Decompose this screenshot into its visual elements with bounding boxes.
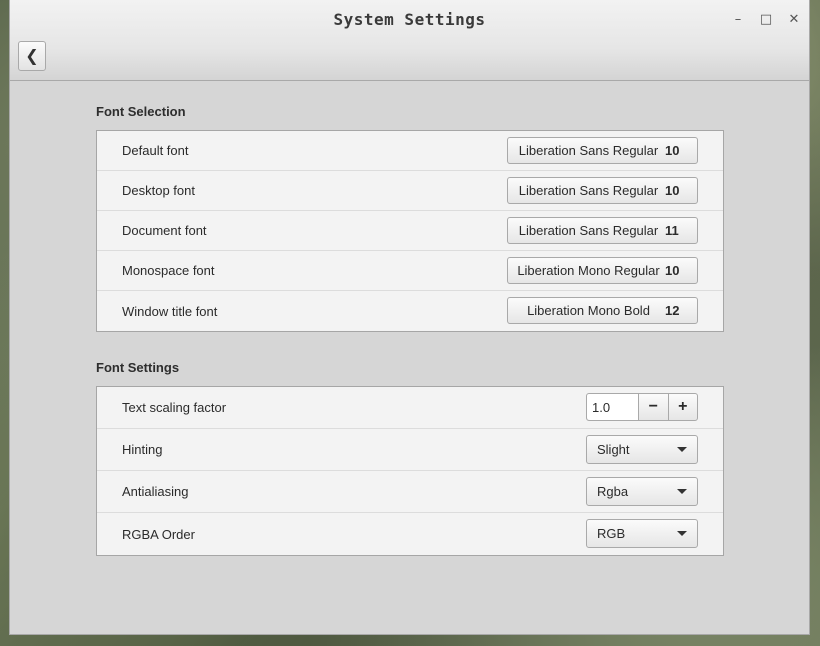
font-size: 10	[665, 263, 680, 278]
desktop-font-button[interactable]: Liberation Sans Regular 10	[507, 177, 698, 204]
font-settings-panel: Text scaling factor 1.0 − + Hinting Slig…	[96, 386, 724, 556]
antialiasing-row: Antialiasing Rgba	[97, 471, 723, 513]
settings-window: System Settings – □ ✕ ❮ Font Selection D…	[9, 0, 810, 635]
plus-icon[interactable]: +	[669, 394, 698, 420]
rgba-order-dropdown[interactable]: RGB	[586, 519, 698, 548]
scaling-row: Text scaling factor 1.0 − +	[97, 387, 723, 429]
antialiasing-dropdown[interactable]: Rgba	[586, 477, 698, 506]
window-title: System Settings	[333, 10, 486, 29]
font-size: 10	[665, 143, 680, 158]
row-label: Window title font	[122, 303, 218, 319]
font-selection-panel: Default font Liberation Sans Regular 10 …	[96, 130, 724, 332]
font-settings-title: Font Settings	[96, 360, 180, 375]
font-name: Liberation Sans Regular	[518, 143, 659, 158]
font-size: 11	[665, 223, 679, 238]
font-size: 10	[665, 183, 680, 198]
minus-icon[interactable]: −	[639, 394, 669, 420]
maximize-icon[interactable]: □	[758, 12, 774, 28]
hinting-row: Hinting Slight	[97, 429, 723, 471]
window-title-font-button[interactable]: Liberation Mono Bold 12	[507, 297, 698, 324]
font-selection-title: Font Selection	[96, 104, 186, 119]
font-row-default: Default font Liberation Sans Regular 10	[97, 131, 723, 171]
row-label: Document font	[122, 223, 207, 238]
font-name: Liberation Sans Regular	[518, 183, 659, 198]
back-icon: ❮	[25, 48, 39, 65]
row-label: Monospace font	[122, 263, 215, 278]
font-name: Liberation Sans Regular	[518, 223, 659, 238]
minimize-icon[interactable]: –	[730, 12, 746, 28]
row-label: Desktop font	[122, 183, 195, 198]
row-label: Text scaling factor	[122, 400, 227, 415]
document-font-button[interactable]: Liberation Sans Regular 11	[507, 217, 698, 244]
close-icon[interactable]: ✕	[786, 12, 802, 28]
font-row-desktop: Desktop font Liberation Sans Regular 10	[97, 171, 723, 211]
monospace-font-button[interactable]: Liberation Mono Regular 10	[507, 257, 698, 284]
titlebar: System Settings – □ ✕ ❮	[10, 0, 809, 81]
font-row-monospace: Monospace font Liberation Mono Regular 1…	[97, 251, 723, 291]
default-font-button[interactable]: Liberation Sans Regular 10	[507, 137, 698, 164]
row-label: Default font	[122, 143, 189, 158]
scaling-input[interactable]: 1.0	[587, 394, 639, 420]
antialiasing-value: Rgba	[597, 484, 629, 499]
dropdown-arrow-icon	[677, 489, 687, 494]
font-name: Liberation Mono Regular	[517, 263, 660, 278]
row-label: Hinting	[122, 442, 163, 457]
row-label: RGBA Order	[122, 526, 195, 542]
dropdown-arrow-icon	[677, 447, 687, 452]
rgba-order-row: RGBA Order RGB	[97, 513, 723, 555]
row-label: Antialiasing	[122, 484, 189, 499]
font-name: Liberation Mono Bold	[527, 303, 650, 318]
font-row-document: Document font Liberation Sans Regular 11	[97, 211, 723, 251]
back-button[interactable]: ❮	[18, 41, 46, 71]
dropdown-arrow-icon	[677, 531, 687, 536]
hinting-dropdown[interactable]: Slight	[586, 435, 698, 464]
font-size: 12	[665, 303, 680, 318]
scaling-spinner: 1.0 − +	[586, 393, 698, 421]
font-row-window-title: Window title font Liberation Mono Bold 1…	[97, 291, 723, 331]
rgba-order-value: RGB	[597, 526, 626, 541]
hinting-value: Slight	[597, 442, 630, 457]
